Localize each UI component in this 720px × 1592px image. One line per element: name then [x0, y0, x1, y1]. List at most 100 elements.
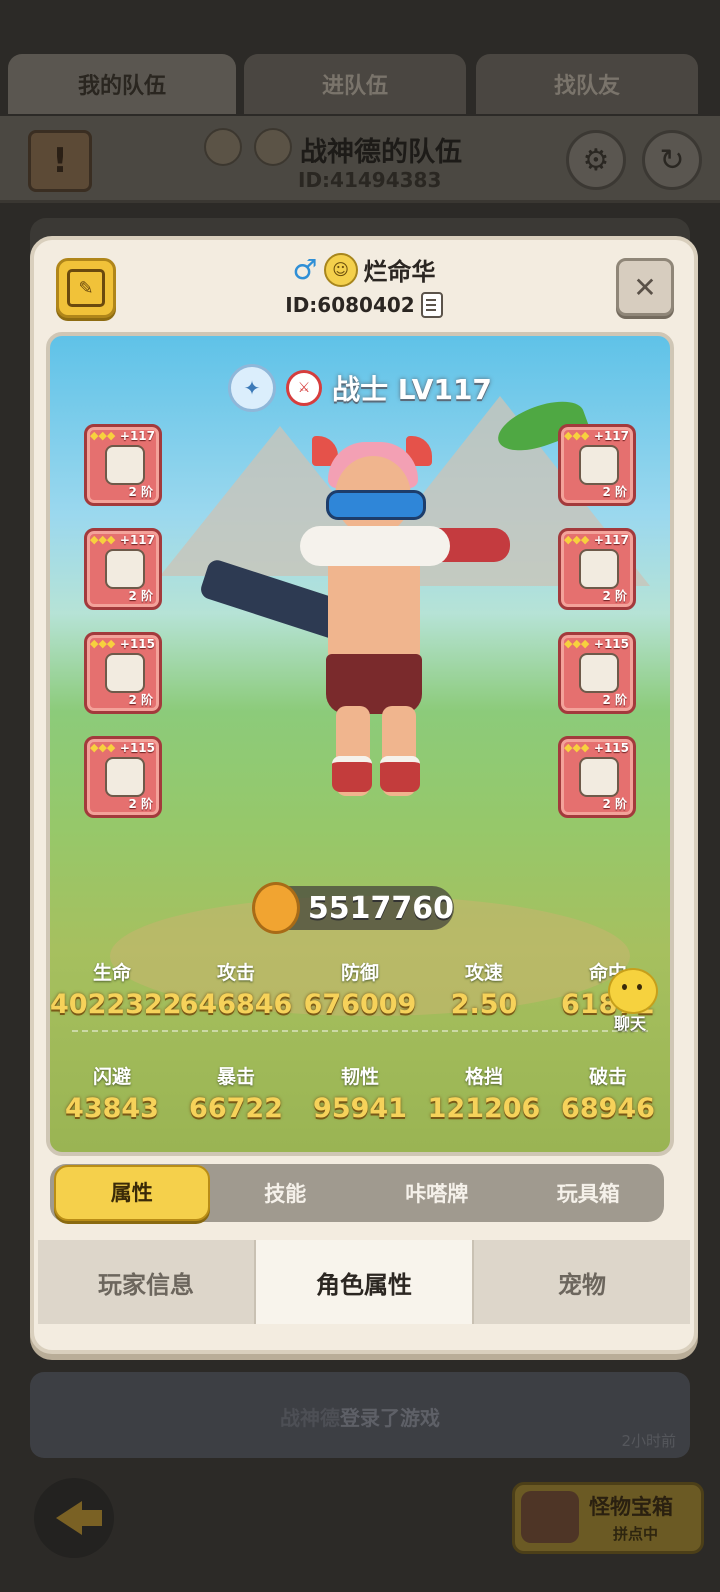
- subtab-attributes[interactable]: 属性: [54, 1165, 210, 1221]
- equip-tier: 2 阶: [602, 693, 627, 707]
- stat-pierce: 破击 68946: [561, 1066, 655, 1124]
- close-button[interactable]: ✕: [616, 258, 674, 316]
- equip-tier: 2 阶: [128, 693, 153, 707]
- team-rank-icon: [204, 128, 242, 166]
- star-icon: ◆◆◆: [90, 741, 116, 754]
- amulet-item-icon: [579, 757, 619, 797]
- top-tabs: 我的队伍 进队伍 找队友: [0, 50, 720, 116]
- equip-enhance-level: +117: [119, 533, 155, 547]
- equip-enhance-level: +115: [593, 741, 629, 755]
- stats-row-2: 闪避 43843 暴击 66722 韧性 95941 格挡 121206 破击 68946: [50, 1062, 670, 1124]
- character-glasses: [326, 490, 426, 520]
- notice-board-icon[interactable]: !: [28, 130, 92, 192]
- equipment-slot-right-1[interactable]: ◆◆◆ +117 2 阶: [558, 424, 636, 506]
- helmet-item-icon: [579, 445, 619, 485]
- stat-attack-speed: 攻速 2.50: [450, 962, 518, 1020]
- character-display: ✦ ⚔ 战士 LV117 ◆◆◆ +117 2 阶 ◆◆◆ +117 2 阶 ◆…: [46, 332, 674, 1156]
- team-chat-strip[interactable]: 战神德登录了游戏 2小时前: [30, 1372, 690, 1458]
- subtab-toybox[interactable]: 玩具箱: [513, 1178, 665, 1208]
- ring-item-icon: [105, 757, 145, 797]
- equip-enhance-level: +117: [593, 429, 629, 443]
- equipment-slot-right-3[interactable]: ◆◆◆ +115 2 阶: [558, 632, 636, 714]
- equipment-slot-right-4[interactable]: ◆◆◆ +115 2 阶: [558, 736, 636, 818]
- class-level: 战士 LV117: [332, 373, 492, 406]
- equipment-slot-left-3[interactable]: ◆◆◆ +115 2 阶: [84, 632, 162, 714]
- male-icon: ♂: [292, 253, 318, 286]
- tab-pets[interactable]: 宠物: [474, 1240, 690, 1324]
- stat-crit: 暴击 66722: [189, 1066, 283, 1124]
- equip-enhance-level: +115: [593, 637, 629, 651]
- back-button[interactable]: [34, 1478, 114, 1558]
- boar-icon: [521, 1491, 579, 1543]
- rank-badge-icon: ✦: [228, 364, 277, 412]
- chat-button-label: 聊天: [613, 1014, 646, 1033]
- equipment-slot-left-4[interactable]: ◆◆◆ +115 2 阶: [84, 736, 162, 818]
- player-name-row: ♂ ☺ 烂命华: [34, 252, 694, 287]
- equip-tier: 2 阶: [128, 589, 153, 603]
- character-model: [198, 436, 510, 816]
- settings-gear-icon[interactable]: ⚙: [566, 130, 626, 190]
- weapon-item-icon: [105, 445, 145, 485]
- team-share-icon[interactable]: ↻: [642, 130, 702, 190]
- star-icon: ◆◆◆: [564, 637, 590, 650]
- equip-enhance-level: +115: [119, 637, 155, 651]
- modal-header: ✎ ♂ ☺ 烂命华 ID:6080402 ✕: [34, 240, 694, 336]
- tab-player-info[interactable]: 玩家信息: [38, 1240, 256, 1324]
- character-skirt: [326, 654, 422, 714]
- equip-enhance-level: +117: [593, 533, 629, 547]
- chat-button[interactable]: 聊天: [600, 968, 660, 1038]
- strength-arm-icon: [252, 882, 300, 934]
- player-avatar-emoji-icon: ☺: [323, 252, 358, 287]
- team-leader-avatar: [254, 128, 292, 166]
- stat-toughness: 韧性 95941: [313, 1066, 407, 1124]
- star-icon: ◆◆◆: [564, 429, 590, 442]
- team-bar: 战神德的队伍 ID:41494383 ⚙ ↻: [0, 116, 720, 203]
- stat-defense: 防御 676009: [303, 962, 417, 1020]
- warrior-class-icon: ⚔: [286, 370, 323, 406]
- player-id: ID:6080402: [285, 293, 415, 317]
- subtab-skills[interactable]: 技能: [210, 1178, 362, 1208]
- equip-tier: 2 阶: [602, 797, 627, 811]
- equipment-slot-left-2[interactable]: ◆◆◆ +117 2 阶: [84, 528, 162, 610]
- team-name: 战神德的队伍: [300, 137, 462, 168]
- monster-chest-status: 拼点中: [613, 1525, 659, 1543]
- stat-attack: 攻击 646846: [179, 962, 293, 1020]
- equip-tier: 2 阶: [128, 797, 153, 811]
- player-name: 烂命华: [363, 258, 436, 286]
- stat-hp: 生命 4022322: [50, 962, 182, 1020]
- star-icon: ◆◆◆: [564, 533, 590, 546]
- chat-message: 战神德登录了游戏: [280, 1406, 440, 1430]
- combat-power: 5517760: [252, 882, 454, 934]
- combat-power-value: 5517760: [307, 890, 454, 926]
- tab-character-attributes[interactable]: 角色属性: [256, 1240, 474, 1324]
- player-profile-modal: ✎ ♂ ☺ 烂命华 ID:6080402 ✕ ✦ ⚔ 战士 LV117 ◆◆◆ …: [30, 236, 698, 1354]
- equip-tier: 2 阶: [128, 485, 153, 499]
- team-id: ID:41494383: [298, 168, 442, 192]
- monster-chest-button[interactable]: 怪物宝箱 拼点中: [512, 1482, 704, 1554]
- player-id-row: ID:6080402: [34, 292, 694, 318]
- stats-divider: [72, 1030, 648, 1032]
- equip-enhance-level: +117: [119, 429, 155, 443]
- tab-find-teammate[interactable]: 找队友: [476, 54, 698, 114]
- class-row: ✦ ⚔ 战士 LV117: [50, 364, 670, 412]
- tab-join-team[interactable]: 进队伍: [244, 54, 466, 114]
- star-icon: ◆◆◆: [564, 741, 590, 754]
- tab-my-team[interactable]: 我的队伍: [8, 54, 236, 114]
- back-arrow-icon: [56, 1501, 102, 1535]
- profile-bottom-tabs: 玩家信息 角色属性 宠物: [38, 1240, 690, 1324]
- monster-chest-title: 怪物宝箱: [589, 1495, 673, 1519]
- equip-tier: 2 阶: [602, 589, 627, 603]
- star-icon: ◆◆◆: [90, 429, 116, 442]
- stat-dodge: 闪避 43843: [65, 1066, 159, 1124]
- stat-block: 格挡 121206: [427, 1066, 541, 1124]
- equipment-slot-right-2[interactable]: ◆◆◆ +117 2 阶: [558, 528, 636, 610]
- attribute-subtabs: 属性 技能 咔嗒牌 玩具箱: [50, 1164, 664, 1222]
- character-fur-collar: [300, 526, 450, 566]
- chat-time: 2小时前: [621, 1432, 676, 1450]
- copy-id-icon[interactable]: [420, 292, 443, 318]
- equipment-slot-left-1[interactable]: ◆◆◆ +117 2 阶: [84, 424, 162, 506]
- character-boot: [332, 756, 372, 792]
- glove-item-icon: [105, 653, 145, 693]
- character-boot: [380, 756, 420, 792]
- subtab-cards[interactable]: 咔嗒牌: [361, 1178, 513, 1208]
